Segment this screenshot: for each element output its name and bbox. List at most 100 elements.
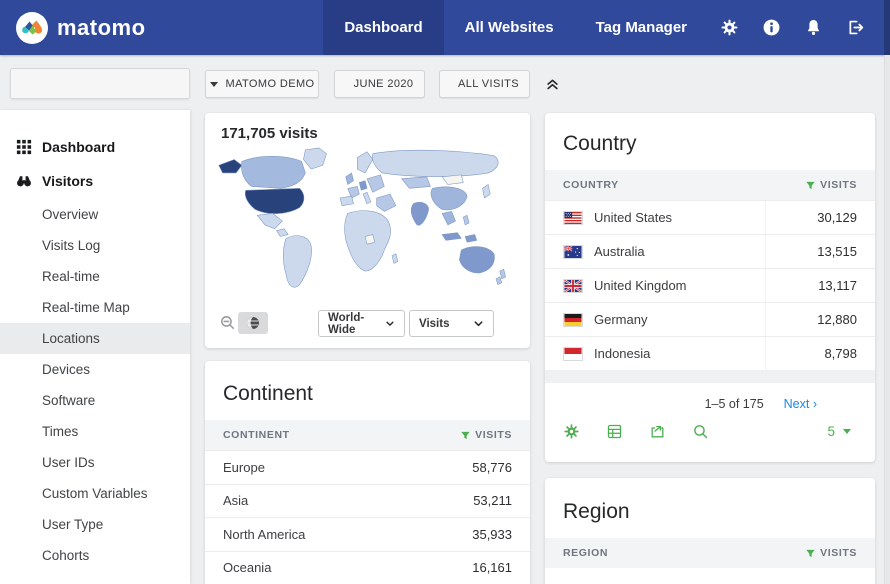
sidebar-item-times[interactable]: Times [0, 416, 190, 447]
row-label[interactable]: Asia [205, 493, 248, 508]
table-row[interactable]: North America 35,933 [205, 517, 530, 551]
sidebar-item-cohorts[interactable]: Cohorts [0, 540, 190, 571]
sidebar-item-label: Locations [42, 331, 100, 346]
sidebar-item-user-ids[interactable]: User IDs [0, 447, 190, 478]
table-row[interactable]: Oceania 16,161 [205, 551, 530, 584]
nav-tab-tag-manager[interactable]: Tag Manager [575, 0, 708, 55]
table-view-icon[interactable] [606, 423, 623, 440]
search-report-icon[interactable] [692, 423, 709, 440]
rows-per-page-select[interactable]: 5 [827, 424, 859, 439]
search-input[interactable] [26, 76, 202, 91]
sidebar-item-label: User Type [42, 517, 103, 532]
segment-selector-button[interactable]: ALL VISITS [439, 70, 530, 98]
nav-tab-dashboard[interactable]: Dashboard [323, 0, 443, 55]
sidebar-item-custom-variables[interactable]: Custom Variables [0, 478, 190, 509]
row-visits: 53,211 [420, 485, 530, 518]
row-label[interactable]: Oceania [205, 560, 271, 575]
table-row[interactable]: United Kingdom 13,117 [545, 268, 875, 302]
nav-tab-all-websites[interactable]: All Websites [444, 0, 575, 55]
table-row[interactable]: Australia 13,515 [545, 234, 875, 268]
chevron-down-icon [473, 318, 484, 329]
period-selector-label: JUNE 2020 [354, 78, 414, 90]
row-visits: 35,933 [420, 518, 530, 551]
map-region-select[interactable]: World-Wide [318, 310, 405, 337]
pagination: 1–5 of 175 Next › [545, 383, 875, 411]
table-row[interactable]: Indonesia 8,798 [545, 336, 875, 370]
country-widget: Country COUNTRY VISITS United States 30,… [545, 113, 875, 462]
row-label[interactable]: North America [205, 527, 305, 542]
sidebar-item-user-type[interactable]: User Type [0, 509, 190, 540]
sidebar-item-visits-log[interactable]: Visits Log [0, 230, 190, 261]
table-row[interactable]: Asia 53,211 [205, 484, 530, 518]
matomo-logo[interactable]: matomo [0, 0, 162, 55]
filter-funnel-icon [460, 430, 471, 441]
continent-widget-title: Continent [205, 361, 530, 420]
sidebar-item-real-time-map[interactable]: Real-time Map [0, 292, 190, 323]
visits-header-label: VISITS [820, 547, 857, 559]
settings-gear-icon[interactable] [708, 0, 750, 55]
sidebar-item-dashboard[interactable]: Dashboard [0, 131, 190, 162]
pagination-next-link[interactable]: Next › [784, 397, 817, 411]
row-label[interactable]: Australia [594, 244, 645, 259]
map-region-value: World-Wide [328, 312, 385, 336]
sidebar-item-software[interactable]: Software [0, 385, 190, 416]
region-column-header[interactable]: REGION [563, 547, 608, 559]
total-visits-label: 171,705 visits [205, 113, 530, 144]
dashboard-grid-icon [16, 139, 32, 155]
row-label[interactable]: Germany [594, 312, 647, 327]
scrollbar-top [884, 0, 890, 55]
sidebar-item-devices[interactable]: Devices [0, 354, 190, 385]
sidebar-item-label: Overview [42, 207, 98, 222]
continent-column-header[interactable]: CONTINENT [223, 429, 290, 441]
sidebar-item-overview[interactable]: Overview [0, 199, 190, 230]
visits-header-label: VISITS [820, 179, 857, 191]
info-icon[interactable] [750, 0, 792, 55]
world-map[interactable] [205, 144, 530, 307]
region-widget: Region REGION VISITS [545, 478, 875, 584]
sidebar-item-label: Cohorts [42, 548, 89, 563]
sidebar-item-real-time[interactable]: Real-time [0, 261, 190, 292]
chevron-down-icon [385, 318, 395, 329]
zoom-out-icon[interactable] [219, 314, 236, 336]
visits-column-header[interactable]: VISITS [805, 179, 857, 191]
scrollbar-track[interactable] [884, 55, 890, 584]
site-selector-button[interactable]: MATOMO DEMO [205, 70, 319, 98]
logout-icon[interactable] [834, 0, 876, 55]
period-selector-button[interactable]: JUNE 2020 [334, 70, 425, 98]
visitor-map-widget: 171,705 visits [205, 113, 530, 348]
globe-icon [245, 315, 261, 331]
row-label[interactable]: Europe [205, 460, 265, 475]
table-row[interactable]: Germany 12,880 [545, 302, 875, 336]
map-metric-select[interactable]: Visits [409, 310, 494, 337]
pagination-range: 1–5 of 175 [705, 397, 764, 411]
flag-united-kingdom [563, 279, 583, 293]
row-label[interactable]: United States [594, 210, 672, 225]
filter-funnel-icon [805, 180, 816, 191]
sidebar-item-label: User IDs [42, 455, 95, 470]
table-row[interactable]: United States 30,129 [545, 200, 875, 234]
flag-australia [563, 245, 583, 259]
globe-button[interactable] [238, 312, 268, 334]
collapse-double-chevron-icon[interactable] [541, 72, 563, 94]
country-column-header[interactable]: COUNTRY [563, 179, 619, 191]
row-label[interactable]: United Kingdom [594, 278, 687, 293]
sidebar-item-visitors[interactable]: Visitors [0, 165, 190, 196]
table-row[interactable]: Europe 58,776 [205, 450, 530, 484]
country-table-header: COUNTRY VISITS [545, 170, 875, 200]
search-box[interactable] [10, 68, 190, 99]
filter-funnel-icon [805, 548, 816, 559]
visits-column-header[interactable]: VISITS [805, 547, 857, 559]
row-label[interactable]: Indonesia [594, 346, 650, 361]
visits-column-header[interactable]: VISITS [460, 429, 512, 441]
report-settings-gear-icon[interactable] [563, 423, 580, 440]
row-visits: 13,515 [765, 235, 875, 268]
sidebar-item-locations[interactable]: Locations [0, 323, 190, 354]
export-icon[interactable] [649, 423, 666, 440]
sidebar-item-label: Real-time [42, 269, 100, 284]
row-visits: 16,161 [420, 552, 530, 584]
notifications-bell-icon[interactable] [792, 0, 834, 55]
continent-table-header: CONTINENT VISITS [205, 420, 530, 450]
widget-footer: 5 [545, 411, 875, 440]
segment-selector-label: ALL VISITS [458, 78, 519, 90]
sidebar-item-label: Software [42, 393, 95, 408]
